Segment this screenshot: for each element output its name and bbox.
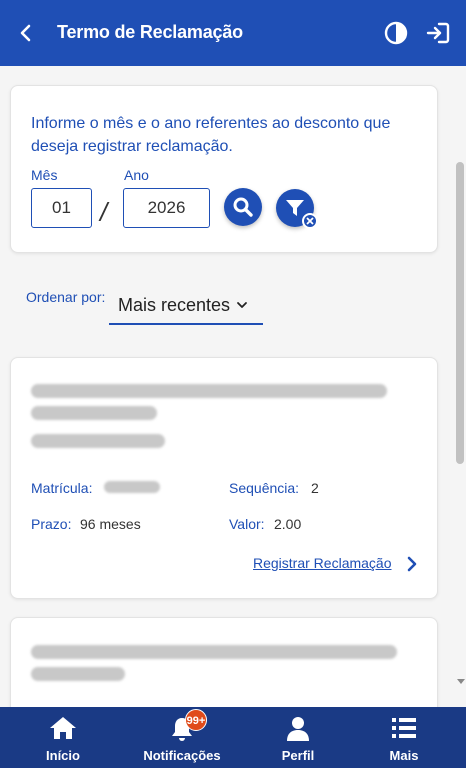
redacted-text (31, 434, 165, 448)
search-icon (233, 197, 253, 217)
year-label: Ano (124, 167, 149, 183)
logout-icon[interactable] (425, 21, 451, 45)
redacted-text (31, 384, 387, 398)
redacted-matricula (104, 481, 160, 493)
close-icon (306, 217, 314, 225)
month-input[interactable] (31, 188, 92, 228)
nav-item-perfil[interactable]: Perfil (266, 707, 330, 768)
list-item: Matrícula: Sequência: 2 Prazo: 96 meses … (10, 357, 438, 599)
nav-label-notificacoes: Notificações (143, 748, 221, 763)
nav-label-mais: Mais (389, 748, 419, 763)
nav-item-inicio[interactable]: Início (30, 707, 96, 768)
prazo-value: 96 meses (80, 516, 141, 532)
nav-label-inicio: Início (46, 748, 80, 763)
bottom-navigation: Início Notificações Perfil Mais (0, 707, 466, 768)
contrast-icon[interactable] (384, 21, 408, 45)
filter-instruction: Informe o mês e o ano referentes ao desc… (31, 115, 391, 155)
chevron-right-icon[interactable] (406, 556, 418, 572)
redacted-text (31, 406, 157, 420)
register-complaint-link[interactable]: Registrar Reclamação (253, 555, 392, 571)
matricula-label: Matrícula: (31, 480, 93, 496)
filter-icon (286, 200, 304, 216)
year-input[interactable] (123, 188, 210, 228)
date-separator: / (100, 197, 108, 227)
clear-badge (302, 213, 318, 229)
user-icon (287, 717, 309, 741)
scrollbar-thumb[interactable] (456, 162, 464, 464)
home-icon (50, 717, 76, 739)
redacted-text (31, 667, 125, 681)
prazo-label: Prazo: (31, 516, 72, 532)
filter-card: Informe o mês e o ano referentes ao desc… (10, 85, 438, 253)
search-button[interactable] (224, 188, 262, 226)
order-label: Ordenar por: (26, 289, 106, 305)
scroll-down-arrow-icon[interactable] (456, 676, 466, 686)
chevron-down-icon (237, 302, 247, 308)
valor-label: Valor: (229, 516, 265, 532)
page-title: Termo de Reclamação (57, 22, 243, 42)
nav-item-mais[interactable]: Mais (374, 707, 434, 768)
list-icon (392, 718, 416, 738)
valor-value: 2.00 (274, 516, 302, 532)
nav-item-notificacoes[interactable]: Notificações (140, 707, 224, 768)
clear-filter-button[interactable] (276, 189, 318, 229)
nav-label-perfil: Perfil (281, 748, 315, 763)
back-arrow-icon[interactable] (14, 20, 40, 46)
notification-count-badge: 99+ (185, 709, 207, 731)
sequencia-label: Sequência: (229, 480, 300, 496)
month-label: Mês (31, 167, 58, 183)
app-header: Termo de Reclamação (0, 0, 466, 66)
order-selected-value: Mais recentes (118, 295, 231, 315)
sequencia-value: 2 (311, 480, 319, 496)
redacted-text (31, 645, 397, 659)
order-select[interactable]: Mais recentes (109, 289, 263, 325)
